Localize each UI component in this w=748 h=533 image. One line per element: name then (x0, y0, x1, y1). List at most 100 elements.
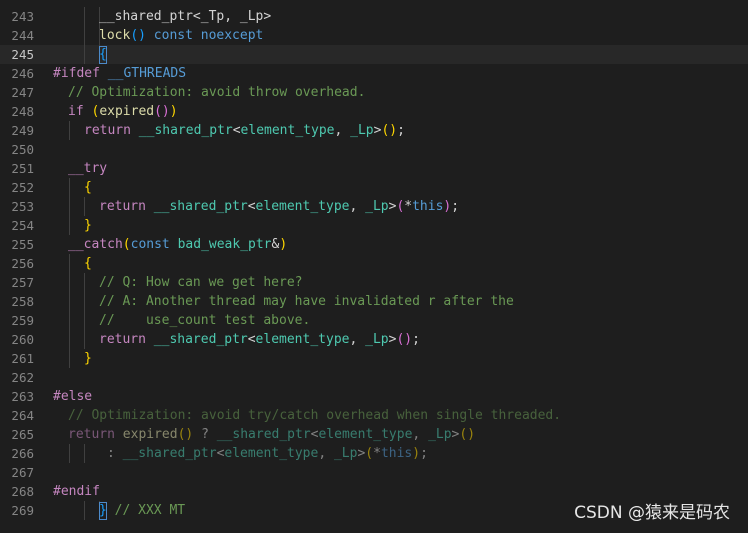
code-line[interactable]: 258 // A: Another thread may have invalid… (0, 292, 748, 311)
line-number: 267 (11, 465, 34, 480)
indent-guide (84, 7, 85, 26)
code-token: const noexcept (145, 28, 264, 43)
indent-guide (69, 254, 70, 273)
indent-guide (69, 121, 70, 140)
code-line[interactable]: 243 __shared_ptr<_Tp, _Lp> (0, 7, 748, 26)
code-line[interactable]: 266: __shared_ptr<element_type, _Lp>(*th… (0, 444, 748, 463)
code-text: return __shared_ptr<element_type, _Lp>()… (84, 121, 405, 140)
code-line[interactable]: 249 return __shared_ptr<element_type, _Lp… (0, 121, 748, 140)
code-token: element_type (255, 199, 350, 214)
code-line[interactable]: 254} (0, 216, 748, 235)
indent-guide (69, 444, 70, 463)
code-line[interactable]: 262 (0, 368, 748, 387)
code-token: < (247, 332, 256, 347)
code-token: () (154, 104, 170, 119)
code-token: () (381, 123, 398, 138)
code-line[interactable]: 253 return __shared_ptr<element_type, _Lp… (0, 197, 748, 216)
line-number: 266 (11, 446, 34, 461)
code-text: } (84, 216, 92, 235)
code-token: element_type (224, 446, 319, 461)
line-number: 268 (11, 484, 34, 499)
line-number: 249 (11, 123, 34, 138)
indent-guide (84, 444, 85, 463)
code-token: #else (53, 389, 93, 404)
line-number: 245 (11, 47, 34, 62)
code-token: return (84, 123, 139, 138)
code-token: ( (365, 446, 374, 461)
code-line[interactable]: 261} (0, 349, 748, 368)
code-line[interactable]: 247 // Optimization: avoid throw overhead… (0, 83, 748, 102)
code-line[interactable]: 263 #else (0, 387, 748, 406)
code-line[interactable]: 250 (0, 140, 748, 159)
code-token: lock (99, 28, 131, 43)
code-token: if (68, 104, 92, 119)
code-text: #else (53, 387, 92, 406)
code-line[interactable]: 255 __catch(const bad_weak_ptr&) (0, 235, 748, 254)
code-token: () (177, 427, 194, 442)
indent-guide (69, 197, 70, 216)
code-line[interactable]: 251 __try (0, 159, 748, 178)
line-number: 246 (11, 66, 34, 81)
code-text: { (84, 254, 92, 273)
code-text: #endif (53, 482, 100, 501)
line-number: 255 (11, 237, 34, 252)
code-line[interactable]: 257 // Q: How can we get here? (0, 273, 748, 292)
code-token: element_type (318, 427, 413, 442)
code-line[interactable]: 264 // Optimization: avoid try/catch over… (0, 406, 748, 425)
line-number: 247 (11, 85, 34, 100)
code-token: } (84, 351, 92, 366)
code-text: return __shared_ptr<element_type, _Lp>(*… (99, 197, 459, 216)
code-line[interactable]: 259 // use_count test above. (0, 311, 748, 330)
code-line[interactable]: 256 { (0, 254, 748, 273)
code-token: , (349, 332, 366, 347)
code-line[interactable]: 245{ (0, 45, 748, 64)
indent-guide (84, 311, 85, 330)
code-token: __shared_ptr (138, 123, 233, 138)
code-token: bad_weak_ptr (177, 237, 272, 252)
code-editor[interactable]: 243 __shared_ptr<_Tp, _Lp> 244 lock() const… (0, 0, 748, 533)
code-token: () (130, 28, 146, 43)
code-line[interactable]: 244 lock() const noexcept (0, 26, 748, 45)
code-token: < (232, 123, 241, 138)
code-token: __shared_ptr (216, 427, 311, 442)
line-number: 256 (11, 256, 34, 271)
code-text: __try (68, 159, 107, 178)
code-token: expired (122, 427, 178, 442)
code-line[interactable]: 265 return expired() ? __shared_ptr<eleme… (0, 425, 748, 444)
code-token: } (84, 218, 92, 233)
code-token: __catch (68, 237, 123, 252)
line-number: 251 (11, 161, 34, 176)
code-token: // XXX MT (106, 503, 186, 518)
indent-guide (84, 197, 85, 216)
line-number: 244 (11, 28, 34, 43)
code-token: // use_count test above. (99, 313, 311, 328)
code-token: _Lp (428, 427, 452, 442)
code-line[interactable]: 267 (0, 463, 748, 482)
line-number: 263 (11, 389, 34, 404)
line-number: 243 (11, 9, 34, 24)
code-token: * (373, 446, 381, 461)
code-token: _Lp (333, 446, 358, 461)
code-line[interactable]: 246 #ifdef __GTHREADS (0, 64, 748, 83)
code-token: #ifdef (53, 66, 108, 81)
indent-guide (69, 216, 70, 235)
indent-guide (69, 178, 70, 197)
indent-guide (69, 349, 70, 368)
code-token: () (459, 427, 476, 442)
line-number: 248 (11, 104, 34, 119)
code-text: // A: Another thread may have invalidate… (99, 292, 514, 311)
line-number: 262 (11, 370, 34, 385)
code-text: #ifdef __GTHREADS (53, 64, 186, 83)
indent-guide (84, 292, 85, 311)
code-token: return (68, 427, 123, 442)
code-text: { (84, 178, 92, 197)
code-text: return expired() ? __shared_ptr<element_… (68, 425, 475, 444)
line-number: 250 (11, 142, 34, 157)
line-number: 257 (11, 275, 34, 290)
code-line[interactable]: 248 if (expired()) (0, 102, 748, 121)
code-token: ( (122, 237, 131, 252)
code-token: this (380, 446, 413, 461)
code-token: __GTHREADS (107, 66, 187, 81)
code-line[interactable]: 252 { (0, 178, 748, 197)
code-line[interactable]: 260 return __shared_ptr<element_type, _Lp… (0, 330, 748, 349)
